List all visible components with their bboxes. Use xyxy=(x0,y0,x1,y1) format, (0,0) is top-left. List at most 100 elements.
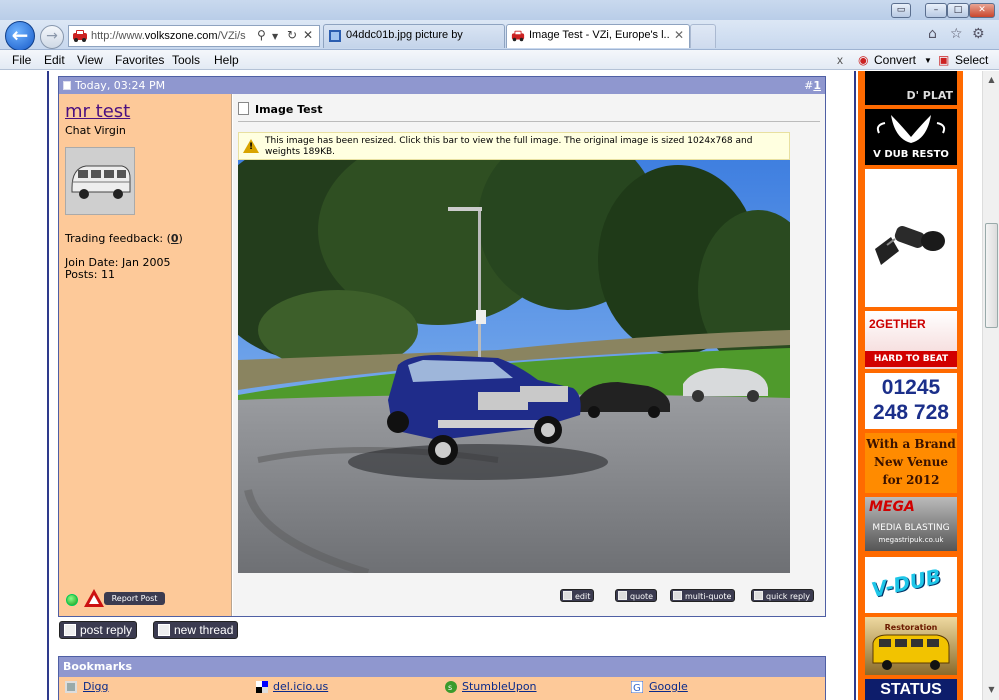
forum-post: Today, 03:24 PM #1 mr test Chat Virgin T… xyxy=(58,76,826,617)
edit-button[interactable]: edit xyxy=(560,589,595,602)
quick-reply-icon xyxy=(754,591,763,600)
document-icon xyxy=(238,102,249,115)
trading-feedback: Trading feedback: (0) xyxy=(65,232,183,245)
post-number[interactable]: #1 xyxy=(804,79,821,92)
post-body: Image Test This image has been resized. … xyxy=(233,94,825,616)
scroll-up-icon[interactable]: ▲ xyxy=(985,73,998,86)
web-page: Today, 03:24 PM #1 mr test Chat Virgin T… xyxy=(0,71,982,700)
post-title: Image Test xyxy=(255,103,323,116)
ad-vdub-resto[interactable]: V DUB RESTO xyxy=(865,109,957,165)
post-header: Today, 03:24 PM #1 xyxy=(59,77,825,94)
bookmark-google[interactable]: Google xyxy=(649,680,688,693)
ad-status[interactable]: STATUS xyxy=(865,679,957,700)
address-url: http://www.volkszone.com/VZi/s xyxy=(91,30,246,42)
ad-restoration[interactable]: Restoration xyxy=(865,617,957,675)
refresh-icon[interactable]: ↻ xyxy=(287,28,297,42)
ad-part[interactable] xyxy=(865,169,957,307)
post-date: Today, 03:24 PM xyxy=(75,79,166,92)
back-button[interactable]: ← xyxy=(5,21,35,51)
ad-2gether[interactable]: 2GETHER HARD TO BEAT xyxy=(865,311,957,369)
forward-button[interactable]: → xyxy=(40,25,64,49)
stumbleupon-icon: s xyxy=(445,681,457,693)
page-scrollbar[interactable]: ▲ ▼ xyxy=(982,71,999,700)
tab-image-test[interactable]: Image Test - VZi, Europe's l... ✕ xyxy=(506,24,690,48)
close-window-button[interactable]: ✕ xyxy=(969,3,995,18)
maximize-button[interactable]: □ xyxy=(947,3,969,18)
select-icon: ▣ xyxy=(938,53,950,67)
menu-view[interactable]: View xyxy=(77,53,103,67)
user-title: Chat Virgin xyxy=(65,124,126,137)
bookmark-delicious[interactable]: del.icio.us xyxy=(273,680,328,693)
image-resized-bar[interactable]: This image has been resized. Click this … xyxy=(238,132,790,160)
window-titlebar: ▭ – □ ✕ xyxy=(0,0,999,20)
post-count: Posts: 11 xyxy=(65,268,115,281)
home-icon[interactable]: ⌂ xyxy=(928,26,937,42)
tab-photobucket[interactable]: 04ddc01b.jpg picture by xyxy=(323,24,505,48)
compat-view-icon[interactable]: ▭ xyxy=(891,3,911,18)
select-button[interactable]: Select xyxy=(955,53,988,67)
bookmark-digg[interactable]: Digg xyxy=(83,680,109,693)
menu-help[interactable]: Help xyxy=(214,53,239,67)
convert-icon: ◉ xyxy=(858,53,869,67)
online-status-icon xyxy=(66,594,78,606)
post-image[interactable] xyxy=(238,160,790,573)
bookmarks-heading: Bookmarks xyxy=(59,657,825,677)
search-icon[interactable]: ⚲ xyxy=(257,28,266,42)
reply-icon xyxy=(64,624,76,636)
menu-file[interactable]: File xyxy=(12,53,31,67)
lowrider-photo xyxy=(238,160,790,573)
svg-text:G: G xyxy=(633,683,641,693)
quote-icon xyxy=(618,591,627,600)
engine-part-image xyxy=(875,226,945,265)
scrollbar-thumb[interactable] xyxy=(985,223,998,328)
edit-icon xyxy=(563,591,572,600)
ad-mega-blasting[interactable]: MEGA MEDIA BLASTING megastripuk.co.uk xyxy=(865,497,957,551)
picture-icon xyxy=(329,30,341,42)
multi-quote-icon xyxy=(673,591,682,600)
bookmarks-panel: Bookmarks Digg del.icio.us s StumbleUpon… xyxy=(58,656,826,700)
menu-bar: File Edit View Favorites Tools Help x ◉ … xyxy=(0,50,999,70)
car-favicon-icon xyxy=(73,30,87,42)
warning-icon xyxy=(243,139,259,153)
favorites-star-icon[interactable]: ☆ xyxy=(950,26,963,42)
quote-button[interactable]: quote xyxy=(615,589,658,602)
multi-quote-button[interactable]: multi-quote xyxy=(670,589,736,602)
delicious-icon xyxy=(256,681,268,693)
ads-sidebar: D' PLAT V DUB RESTO 2GETHER HARD TO BEAT… xyxy=(858,71,963,700)
vw-bus-icon xyxy=(872,634,950,670)
ad-vdub[interactable]: V-DUB xyxy=(865,557,957,613)
convert-button[interactable]: Convert xyxy=(874,53,916,67)
convert-dropdown-icon[interactable]: ▼ xyxy=(924,56,932,65)
new-thread-icon xyxy=(158,624,170,636)
scroll-down-icon[interactable]: ▼ xyxy=(985,683,998,696)
minimize-button[interactable]: – xyxy=(925,3,947,18)
bookmarks-list: Digg del.icio.us s StumbleUpon G Google xyxy=(59,677,825,700)
ad-new-venue[interactable]: With a Brand New Venue for 2012 xyxy=(865,433,957,493)
close-tab-icon[interactable]: ✕ xyxy=(674,28,684,42)
vdub-resto-logo-icon xyxy=(876,115,946,143)
menu-edit[interactable]: Edit xyxy=(44,53,65,67)
car-favicon-icon xyxy=(511,30,525,42)
ad-dplat[interactable]: D' PLAT xyxy=(865,71,957,105)
bookmark-stumbleupon[interactable]: StumbleUpon xyxy=(462,680,537,693)
new-tab-button[interactable] xyxy=(690,24,716,48)
toolbar-close-icon[interactable]: x xyxy=(837,53,843,67)
ad-phone[interactable]: 01245 248 728 xyxy=(865,373,957,429)
quick-reply-button[interactable]: quick reply xyxy=(751,589,815,602)
post-reply-button[interactable]: post reply xyxy=(59,621,138,639)
avatar xyxy=(65,147,135,215)
menu-favorites[interactable]: Favorites xyxy=(115,53,164,67)
google-icon: G xyxy=(631,681,643,693)
post-icon xyxy=(63,81,71,90)
address-bar[interactable]: http://www.volkszone.com/VZi/s ⚲ ▼ ↻ ✕ xyxy=(68,25,320,47)
user-panel: mr test Chat Virgin Trading feedback: (0… xyxy=(59,94,232,616)
new-thread-button[interactable]: new thread xyxy=(153,621,239,639)
digg-icon xyxy=(65,681,77,693)
stop-icon[interactable]: ✕ xyxy=(303,28,313,42)
username-link[interactable]: mr test xyxy=(65,101,130,122)
navigation-bar: ← → http://www.volkszone.com/VZi/s ⚲ ▼ ↻… xyxy=(0,20,999,51)
menu-tools[interactable]: Tools xyxy=(172,53,200,67)
dropdown-icon[interactable]: ▼ xyxy=(272,32,278,41)
trading-feedback-link[interactable]: 0 xyxy=(171,232,179,245)
gear-icon[interactable]: ⚙ xyxy=(972,26,985,42)
